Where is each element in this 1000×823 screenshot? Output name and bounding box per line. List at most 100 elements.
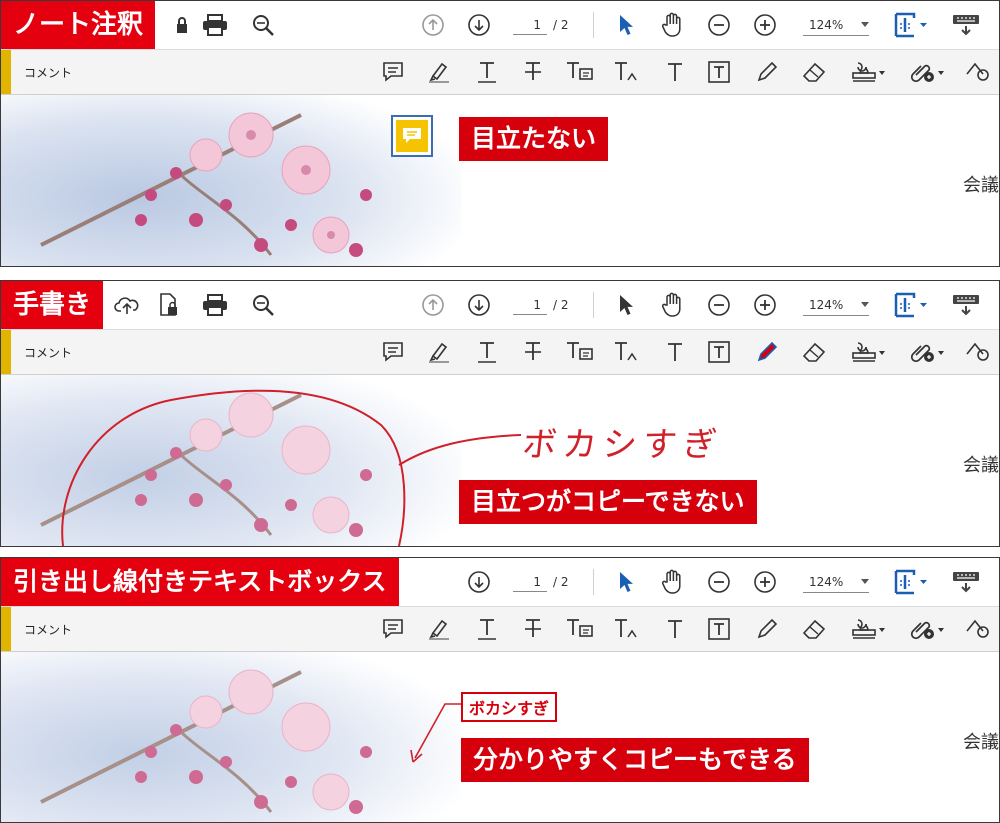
panel-callout-textbox: 1 / 2 124% 引き出し線付きテキストボックス コメント ボカシすぎ 分か… [0,557,1000,823]
page-number-input[interactable]: 1 [513,572,547,592]
upload-icon[interactable] [113,281,141,329]
explanation-callout: 分かりやすくコピーもできる [461,738,809,782]
eraser-icon[interactable] [799,330,829,374]
textbox-icon[interactable] [705,330,733,374]
fit-page-icon[interactable] [891,558,931,606]
document-text: 会議 [963,175,999,196]
lock-file-icon[interactable] [155,281,183,329]
highlighter-icon[interactable] [425,330,453,374]
page-indicator: 1 / 2 [513,15,569,35]
zoom-out-icon[interactable] [705,558,733,606]
insert-text-icon[interactable] [611,330,643,374]
replace-text-icon[interactable] [563,607,597,651]
divider [593,569,594,595]
divider [593,292,594,318]
keyboard-icon[interactable] [951,1,981,49]
handwritten-text: ボカシすぎ [520,425,725,465]
highlighter-icon[interactable] [425,607,453,651]
keyboard-icon[interactable] [951,558,981,606]
strikethrough-text-icon[interactable] [519,50,547,94]
sticky-note-icon[interactable] [379,50,407,94]
add-text-icon[interactable] [661,330,689,374]
zoom-value: 124% [809,575,844,589]
zoom-select[interactable]: 124% [803,572,869,593]
zoom-select[interactable]: 124% [803,15,869,36]
zoom-value: 124% [809,18,844,32]
zoom-in-icon[interactable] [751,281,779,329]
document-view[interactable]: ボカシすぎ 目立つがコピーできない 会議 [1,375,999,546]
divider [593,12,594,38]
insert-text-icon[interactable] [611,50,643,94]
underline-text-icon[interactable] [473,607,501,651]
panel-title: 引き出し線付きテキストボックス [1,558,399,606]
page-down-icon[interactable] [465,558,493,606]
shapes-icon[interactable] [961,50,999,94]
fit-page-icon[interactable] [891,281,931,329]
pencil-icon[interactable] [753,330,781,374]
hand-icon[interactable] [659,1,687,49]
hand-icon[interactable] [659,281,687,329]
page-number-input[interactable]: 1 [513,295,547,315]
zoom-out-icon[interactable] [705,281,733,329]
pencil-icon[interactable] [753,607,781,651]
replace-text-icon[interactable] [563,50,597,94]
comment-toolbar: コメント [1,607,999,652]
callout-textbox[interactable]: ボカシすぎ [461,692,558,722]
page-total: / 2 [553,298,569,312]
page-down-icon[interactable] [465,1,493,49]
keyboard-icon[interactable] [951,281,981,329]
textbox-icon[interactable] [705,607,733,651]
explanation-callout: 目立つがコピーできない [459,480,757,524]
zoom-in-icon[interactable] [751,1,779,49]
lock-file-icon[interactable] [173,1,191,49]
stamp-icon[interactable] [847,607,887,651]
page-indicator: 1 / 2 [513,295,569,315]
underline-text-icon[interactable] [473,50,501,94]
insert-text-icon[interactable] [611,607,643,651]
stamp-icon[interactable] [847,330,887,374]
attach-icon[interactable] [905,607,947,651]
pencil-icon[interactable] [753,50,781,94]
document-view[interactable]: ボカシすぎ 分かりやすくコピーもできる 会議 [1,652,999,822]
search-zoom-icon[interactable] [249,1,277,49]
select-arrow-icon[interactable] [613,281,639,329]
zoom-select[interactable]: 124% [803,295,869,316]
zoom-in-icon[interactable] [751,558,779,606]
comment-label: コメント [24,346,73,360]
sticky-note-annotation[interactable] [391,115,433,157]
page-up-icon[interactable] [419,1,447,49]
replace-text-icon[interactable] [563,330,597,374]
page-total: / 2 [553,575,569,589]
attach-icon[interactable] [905,330,947,374]
eraser-icon[interactable] [799,607,829,651]
sticky-note-icon[interactable] [379,330,407,374]
stamp-icon[interactable] [847,50,887,94]
shapes-icon[interactable] [961,607,999,651]
shapes-icon[interactable] [961,330,999,374]
page-down-icon[interactable] [465,281,493,329]
underline-text-icon[interactable] [473,330,501,374]
add-text-icon[interactable] [661,607,689,651]
select-arrow-icon[interactable] [613,1,639,49]
chevron-down-icon [861,579,869,584]
print-icon[interactable] [201,1,229,49]
document-view[interactable]: 目立たない 会議 [1,95,999,266]
textbox-icon[interactable] [705,50,733,94]
strikethrough-text-icon[interactable] [519,330,547,374]
eraser-icon[interactable] [799,50,829,94]
page-number-input[interactable]: 1 [513,15,547,35]
sticky-note-icon[interactable] [379,607,407,651]
handwritten-ink-annotation[interactable] [1,375,521,546]
add-text-icon[interactable] [661,50,689,94]
page-up-icon[interactable] [419,281,447,329]
select-arrow-icon[interactable] [613,558,639,606]
fit-page-icon[interactable] [891,1,931,49]
search-zoom-icon[interactable] [249,281,277,329]
strikethrough-text-icon[interactable] [519,607,547,651]
print-icon[interactable] [201,281,229,329]
zoom-out-icon[interactable] [705,1,733,49]
highlighter-icon[interactable] [425,50,453,94]
attach-icon[interactable] [905,50,947,94]
hand-icon[interactable] [659,558,687,606]
zoom-value: 124% [809,298,844,312]
